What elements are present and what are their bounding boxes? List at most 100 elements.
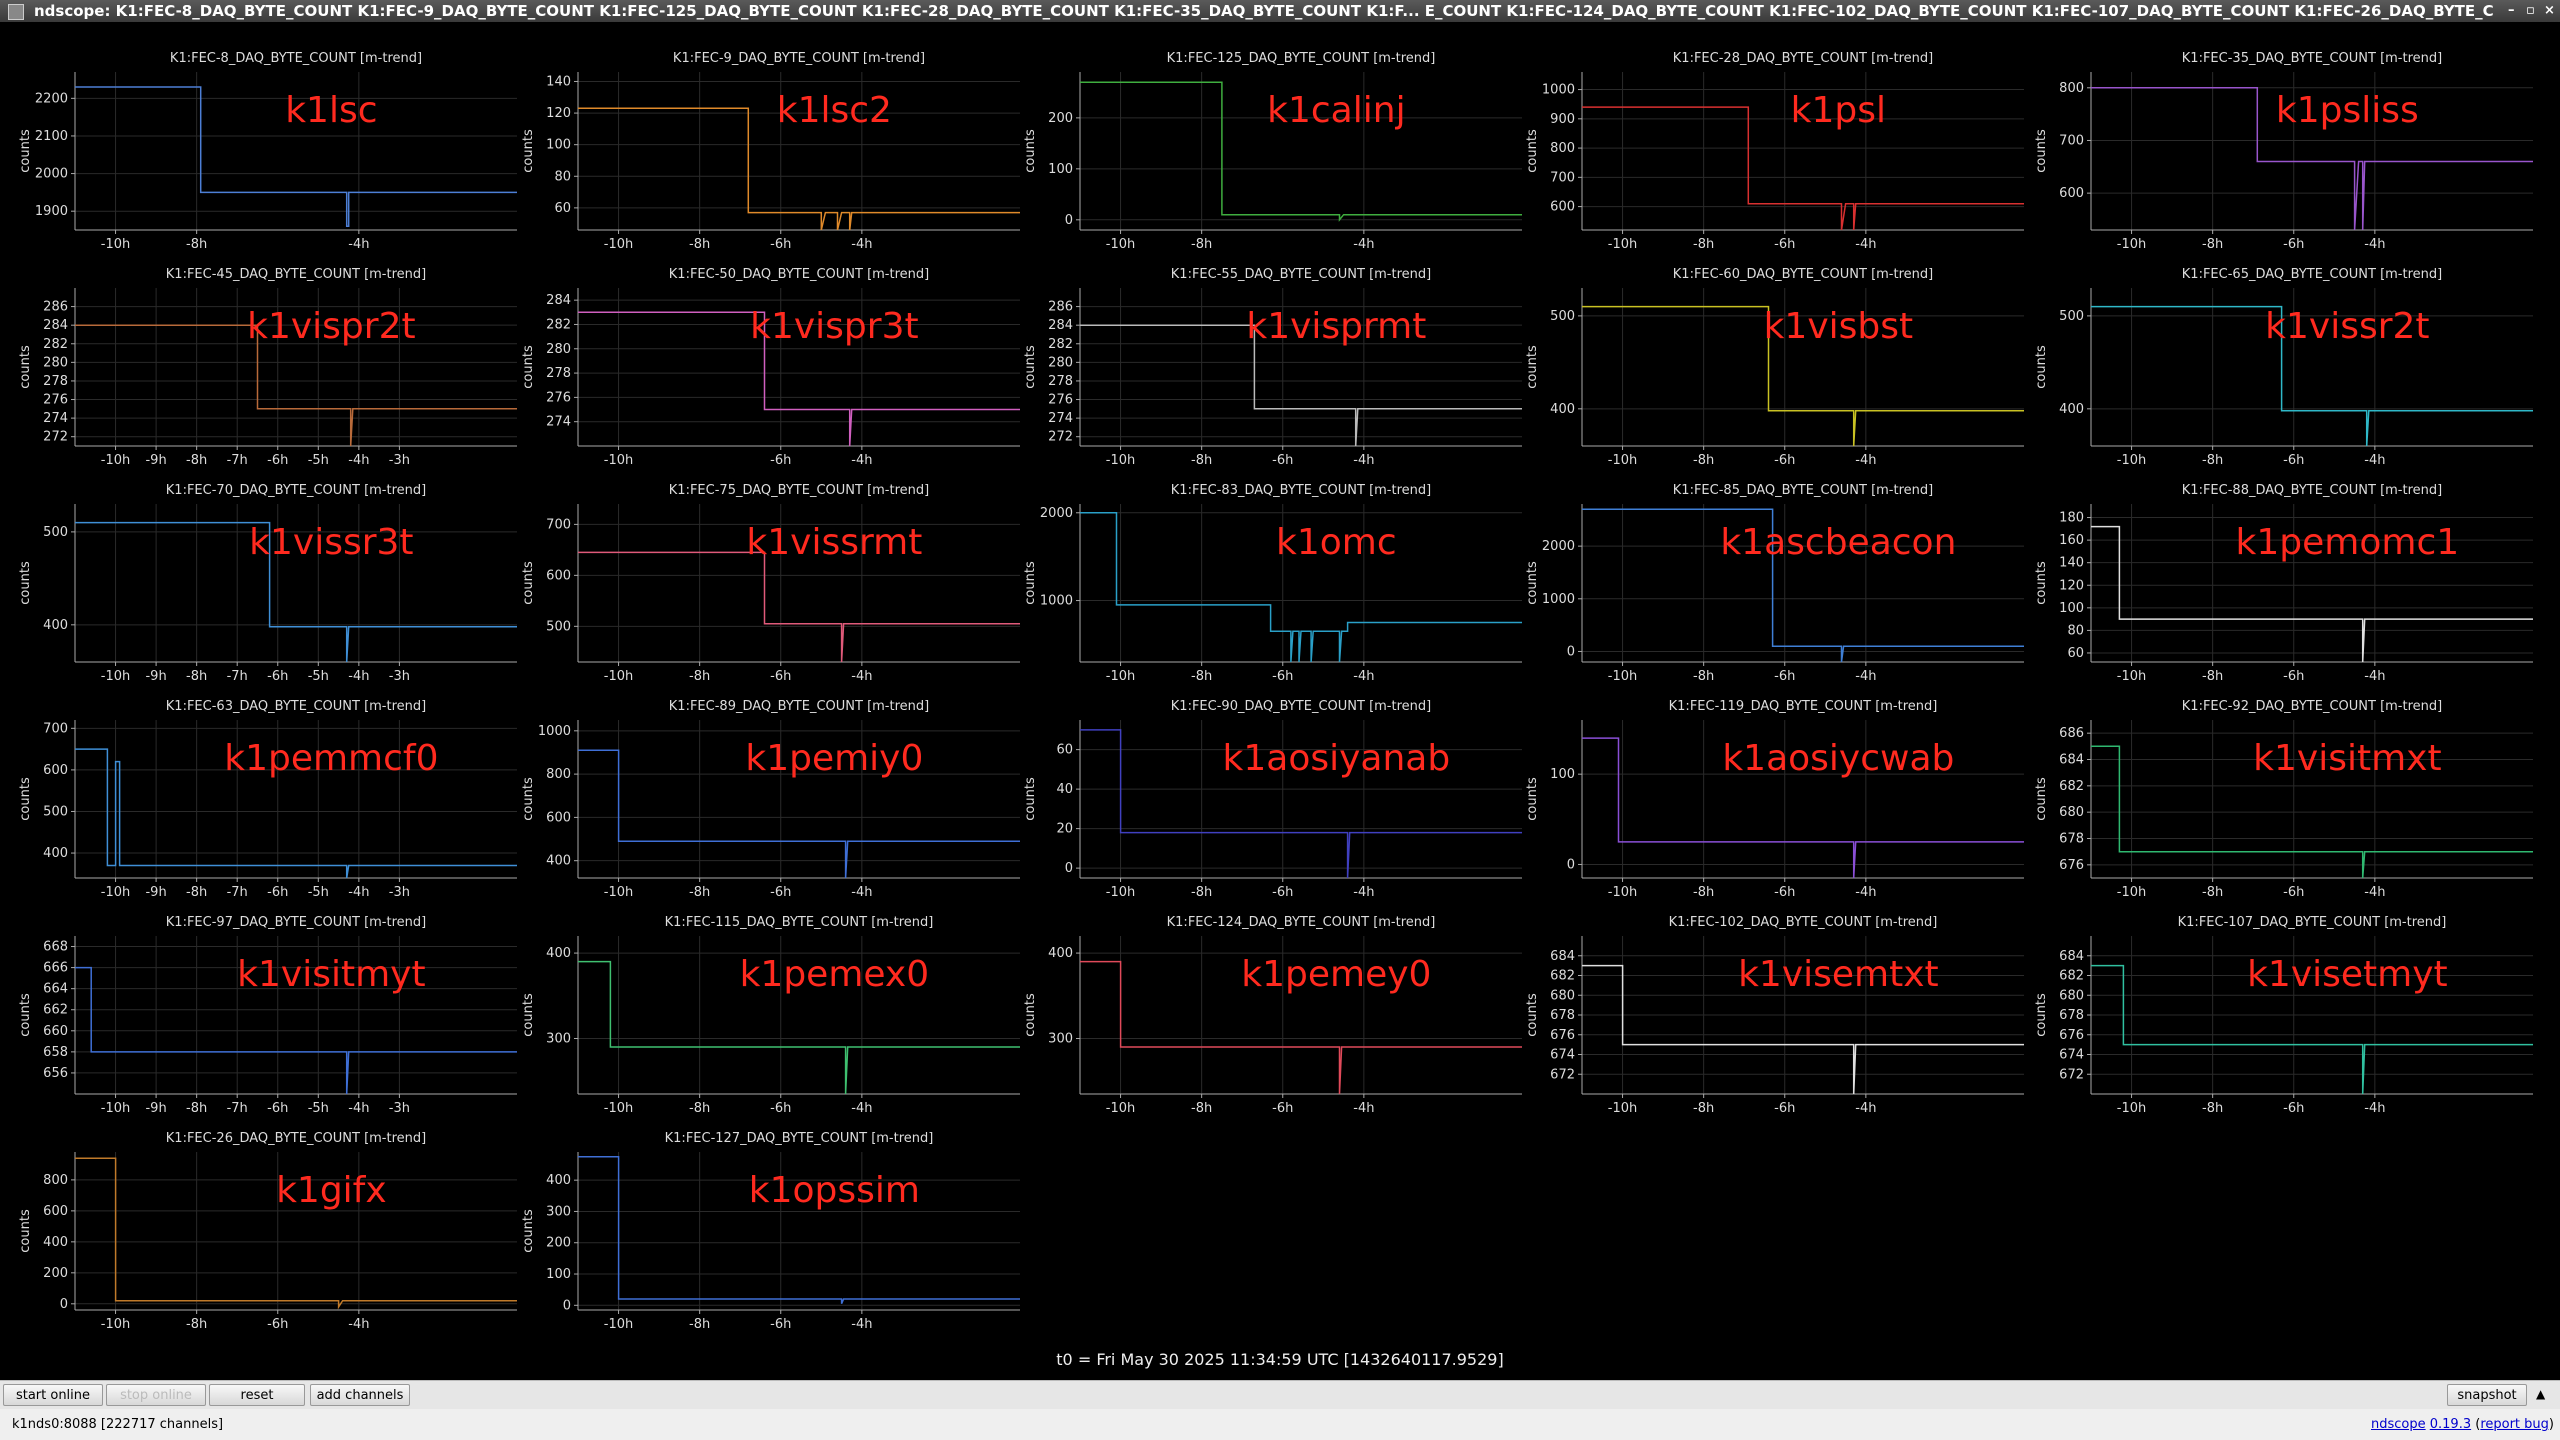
x-tick-label: -6h xyxy=(770,885,791,900)
x-tick-label: -10h xyxy=(1608,669,1637,684)
y-tick-label: 500 xyxy=(1550,309,1575,324)
trend-plot[interactable]: K1:FEC-35_DAQ_BYTE_COUNT [m-trend] 600 700… xyxy=(2034,51,2533,252)
x-tick-label: -7h xyxy=(227,669,248,684)
maximize-button[interactable]: ▫ xyxy=(2526,0,2535,22)
plot-title: K1:FEC-35_DAQ_BYTE_COUNT [m-trend] xyxy=(2182,51,2442,66)
trend-plot[interactable]: K1:FEC-60_DAQ_BYTE_COUNT [m-trend] 400 500… xyxy=(1525,267,2024,468)
x-tick-label: -6h xyxy=(1272,1101,1293,1116)
x-tick-label: -6h xyxy=(2283,885,2304,900)
x-tick-label: -10h xyxy=(604,1101,633,1116)
x-tick-label: -8h xyxy=(186,453,207,468)
x-tick-label: -10h xyxy=(1608,1101,1637,1116)
host-label: k1vissrmt xyxy=(746,522,922,563)
start-online-button[interactable]: start online xyxy=(3,1384,103,1406)
reset-button[interactable]: reset xyxy=(209,1384,305,1406)
x-tick-label: -4h xyxy=(1855,885,1876,900)
y-tick-label: 278 xyxy=(546,366,571,381)
ndscope-link[interactable]: ndscope xyxy=(2371,1417,2426,1432)
plot-title: K1:FEC-88_DAQ_BYTE_COUNT [m-trend] xyxy=(2182,483,2442,498)
trend-plot[interactable]: K1:FEC-70_DAQ_BYTE_COUNT [m-trend] 400 500… xyxy=(18,483,517,684)
y-tick-label: 400 xyxy=(43,846,68,861)
y-axis-label: counts xyxy=(1023,129,1038,173)
x-tick-label: -9h xyxy=(145,453,166,468)
x-tick-label: -10h xyxy=(2117,237,2146,252)
trend-plot[interactable]: K1:FEC-85_DAQ_BYTE_COUNT [m-trend] 0 1000 2… xyxy=(1525,483,2024,684)
plot-grid[interactable]: K1:FEC-8_DAQ_BYTE_COUNT [m-trend]1900200… xyxy=(0,22,2560,1380)
trend-plot[interactable]: K1:FEC-115_DAQ_BYTE_COUNT [m-trend] 300 40… xyxy=(521,915,1020,1116)
x-tick-label: -8h xyxy=(1191,1101,1212,1116)
x-tick-label: -8h xyxy=(1693,885,1714,900)
y-tick-label: 0 xyxy=(1567,857,1575,872)
y-axis-label: counts xyxy=(2034,345,2049,389)
y-tick-label: 674 xyxy=(1550,1048,1575,1063)
x-tick-label: -8h xyxy=(689,1101,710,1116)
trend-plot[interactable]: K1:FEC-75_DAQ_BYTE_COUNT [m-trend] 500 600… xyxy=(521,483,1020,684)
trend-plot[interactable]: K1:FEC-127_DAQ_BYTE_COUNT [m-trend] 0 100 2… xyxy=(521,1131,1020,1332)
y-tick-label: 400 xyxy=(43,618,68,633)
y-tick-label: 672 xyxy=(1550,1067,1575,1082)
host-label: k1vissr2t xyxy=(2265,306,2429,347)
y-tick-label: 600 xyxy=(2059,186,2084,201)
snapshot-button[interactable]: snapshot xyxy=(2447,1384,2527,1406)
report-bug-link[interactable]: report bug xyxy=(2480,1417,2549,1432)
y-tick-label: 60 xyxy=(1056,743,1073,758)
trend-plot[interactable]: K1:FEC-55_DAQ_BYTE_COUNT [m-trend] 272 274… xyxy=(1023,267,1522,468)
y-tick-label: 500 xyxy=(2059,309,2084,324)
trend-plot[interactable]: K1:FEC-63_DAQ_BYTE_COUNT [m-trend] 400 500… xyxy=(18,699,517,900)
trend-plot[interactable]: K1:FEC-92_DAQ_BYTE_COUNT [m-trend] 676 678… xyxy=(2034,699,2533,900)
x-tick-label: -4h xyxy=(1855,669,1876,684)
trend-plot[interactable]: K1:FEC-83_DAQ_BYTE_COUNT [m-trend] 1000 20… xyxy=(1023,483,1522,684)
y-tick-label: 1000 xyxy=(1542,83,1575,98)
close-button[interactable]: × xyxy=(2544,0,2555,22)
x-tick-label: -5h xyxy=(308,1101,329,1116)
y-tick-label: 0 xyxy=(1567,644,1575,659)
trend-plot[interactable]: K1:FEC-119_DAQ_BYTE_COUNT [m-trend] 0 100 -… xyxy=(1525,699,2024,900)
plot-title: K1:FEC-45_DAQ_BYTE_COUNT [m-trend] xyxy=(166,267,426,282)
host-label: k1vispr2t xyxy=(247,306,416,347)
y-tick-label: 2100 xyxy=(35,129,68,144)
trend-plot[interactable]: K1:FEC-65_DAQ_BYTE_COUNT [m-trend] 400 500… xyxy=(2034,267,2533,468)
y-tick-label: 700 xyxy=(2059,133,2084,148)
x-tick-label: -8h xyxy=(1693,669,1714,684)
version-link[interactable]: 0.19.3 xyxy=(2430,1417,2471,1432)
y-axis-label: counts xyxy=(18,1209,33,1253)
minimize-button[interactable]: – xyxy=(2508,0,2515,22)
plot-title: K1:FEC-70_DAQ_BYTE_COUNT [m-trend] xyxy=(166,483,426,498)
plot-title: K1:FEC-125_DAQ_BYTE_COUNT [m-trend] xyxy=(1167,51,1436,66)
x-tick-label: -6h xyxy=(770,237,791,252)
plot-title: K1:FEC-89_DAQ_BYTE_COUNT [m-trend] xyxy=(669,699,929,714)
trend-plot[interactable]: K1:FEC-28_DAQ_BYTE_COUNT [m-trend] 600 700… xyxy=(1525,51,2024,252)
trend-plot[interactable]: K1:FEC-89_DAQ_BYTE_COUNT [m-trend] 400 600… xyxy=(521,699,1020,900)
trend-plot[interactable]: K1:FEC-26_DAQ_BYTE_COUNT [m-trend] 0 200 40… xyxy=(18,1131,517,1332)
add-channels-button[interactable]: add channels xyxy=(310,1384,410,1406)
y-tick-label: 284 xyxy=(1048,318,1073,333)
collapse-arrow-icon[interactable]: ▲ xyxy=(2536,1387,2545,1401)
stop-online-button: stop online xyxy=(106,1384,206,1406)
y-axis-label: counts xyxy=(1525,993,1540,1037)
trend-plot[interactable]: K1:FEC-125_DAQ_BYTE_COUNT [m-trend] 0 100 2… xyxy=(1023,51,1522,252)
trend-plot[interactable]: K1:FEC-90_DAQ_BYTE_COUNT [m-trend] 0 20 40 6… xyxy=(1023,699,1522,900)
y-tick-label: 100 xyxy=(2059,601,2084,616)
x-tick-label: -6h xyxy=(2283,237,2304,252)
trend-plot[interactable]: K1:FEC-97_DAQ_BYTE_COUNT [m-trend] 656 658… xyxy=(18,915,517,1116)
x-tick-label: -7h xyxy=(227,453,248,468)
trend-plot[interactable]: K1:FEC-124_DAQ_BYTE_COUNT [m-trend] 300 40… xyxy=(1023,915,1522,1116)
x-tick-label: -10h xyxy=(2117,1101,2146,1116)
trend-plot[interactable]: K1:FEC-102_DAQ_BYTE_COUNT [m-trend] 672 67… xyxy=(1525,915,2024,1116)
trend-plot[interactable]: K1:FEC-8_DAQ_BYTE_COUNT [m-trend] 1900 200… xyxy=(18,51,517,252)
y-tick-label: 0 xyxy=(563,1298,571,1313)
trend-plot[interactable]: K1:FEC-45_DAQ_BYTE_COUNT [m-trend] 272 274… xyxy=(18,267,517,468)
y-tick-label: 900 xyxy=(1550,112,1575,127)
x-tick-label: -6h xyxy=(1774,1101,1795,1116)
x-tick-label: -3h xyxy=(389,669,410,684)
trend-plot[interactable]: K1:FEC-9_DAQ_BYTE_COUNT [m-trend] 60 80 100… xyxy=(521,51,1020,252)
trend-plot[interactable]: K1:FEC-88_DAQ_BYTE_COUNT [m-trend] 60 80 10… xyxy=(2034,483,2533,684)
y-tick-label: 600 xyxy=(43,763,68,778)
x-tick-label: -5h xyxy=(308,669,329,684)
trend-plot[interactable]: K1:FEC-50_DAQ_BYTE_COUNT [m-trend] 274 276… xyxy=(521,267,1020,468)
trend-plot[interactable]: K1:FEC-107_DAQ_BYTE_COUNT [m-trend] 672 67… xyxy=(2034,915,2533,1116)
y-tick-label: 274 xyxy=(1048,411,1073,426)
y-tick-label: 680 xyxy=(2059,988,2084,1003)
y-axis-label: counts xyxy=(18,777,33,821)
x-tick-label: -4h xyxy=(1855,237,1876,252)
